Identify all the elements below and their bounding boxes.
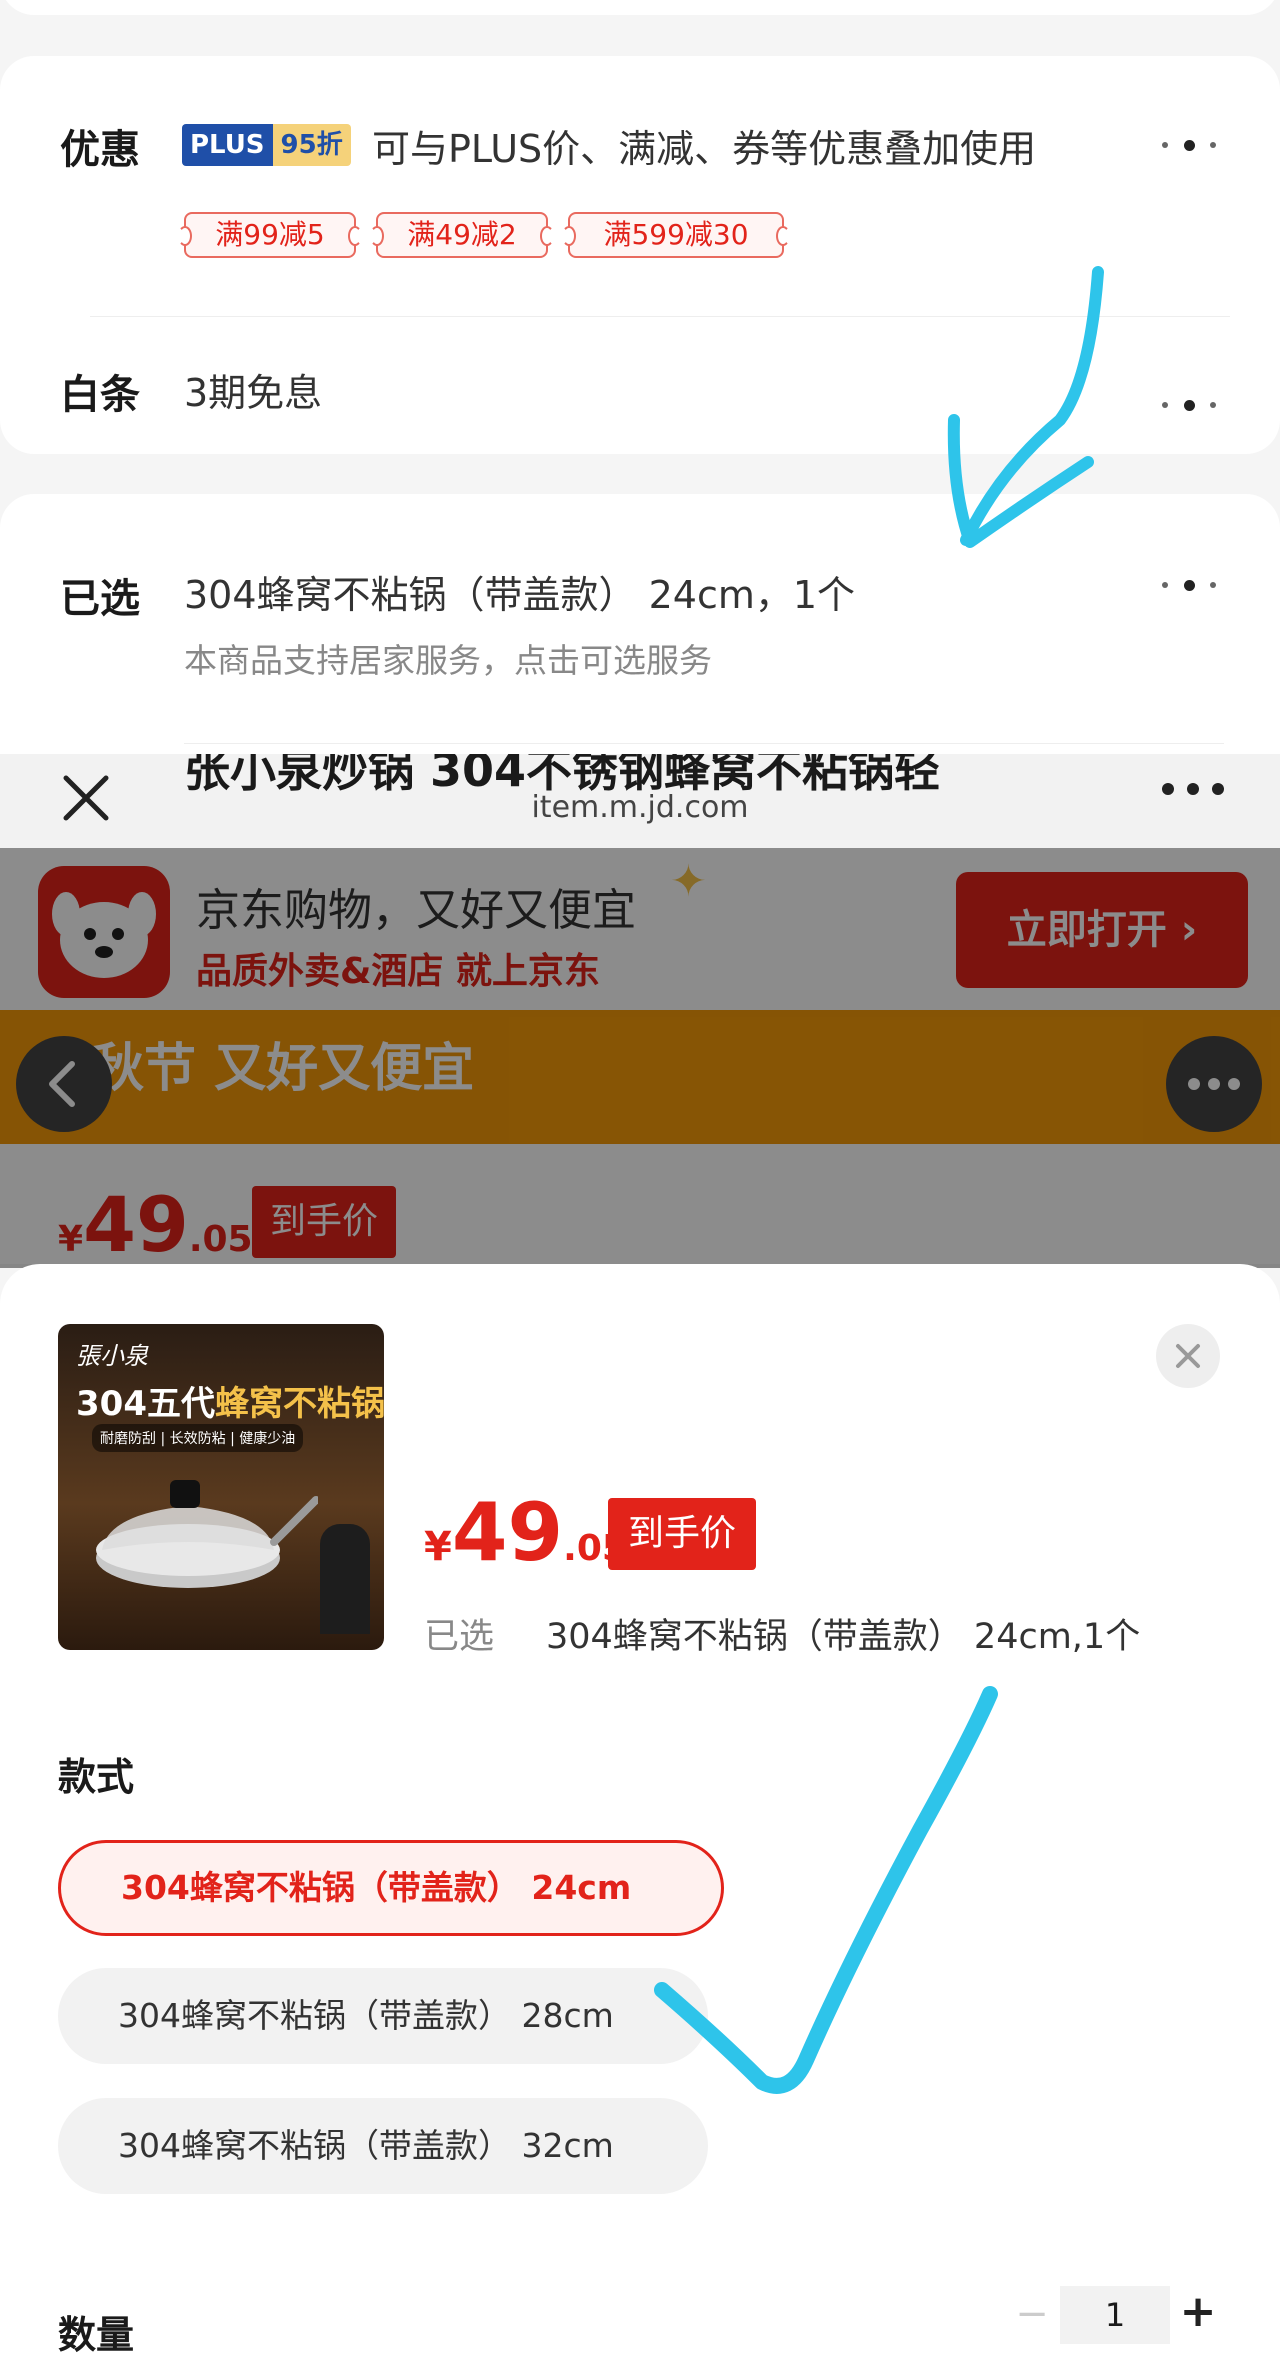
promo-more-icon[interactable] xyxy=(1160,133,1220,153)
selected-value[interactable]: 304蜂窝不粘锅（带盖款） 24cm，1个 xyxy=(184,564,855,619)
style-option-24cm[interactable]: 304蜂窝不粘锅（带盖款） 24cm xyxy=(58,1840,724,1936)
product-image-person xyxy=(320,1524,370,1634)
selected-more-icon[interactable] xyxy=(1160,573,1220,593)
baitiao-more-icon[interactable] xyxy=(1160,393,1220,413)
selected-service[interactable]: 本商品支持居家服务，点击可选服务 xyxy=(184,634,712,682)
baitiao-value[interactable]: 3期免息 xyxy=(184,362,322,417)
sheet-price-integer: 49 xyxy=(451,1486,564,1579)
coupon-2[interactable]: 满49减2 xyxy=(370,212,554,258)
style-heading: 款式 xyxy=(58,1755,135,1799)
baitiao-label: 白条 xyxy=(60,372,140,418)
sheet-selected-value: 304蜂窝不粘锅（带盖款） 24cm,1个 xyxy=(546,1617,1141,1657)
browser-url: item.m.jd.com xyxy=(531,790,749,825)
style-option-28cm[interactable]: 304蜂窝不粘锅（带盖款） 28cm xyxy=(58,1968,708,2064)
top-card-fragment xyxy=(0,0,1280,15)
product-image: 張小泉 304五代蜂窝不粘锅 耐磨防刮 | 长效防粘 | 健康少油 xyxy=(58,1324,384,1650)
promo-label: 优惠 xyxy=(60,127,140,173)
divider xyxy=(90,316,1230,317)
sheet-close-icon[interactable] xyxy=(1156,1324,1220,1388)
plus-badge: PLUS 95折 xyxy=(182,124,351,166)
dim-overlay[interactable] xyxy=(0,848,1280,1268)
quantity-minus-button[interactable]: − xyxy=(1010,2286,1054,2342)
coupon-1[interactable]: 满99减5 xyxy=(178,212,362,258)
quantity-value[interactable]: 1 xyxy=(1060,2286,1170,2344)
sheet-selected-label: 已选 xyxy=(424,1617,495,1657)
product-image-brand: 張小泉 xyxy=(76,1342,148,1370)
selected-label: 已选 xyxy=(60,576,140,622)
more-dots-icon[interactable] xyxy=(1158,774,1228,804)
quantity-plus-button[interactable]: + xyxy=(1176,2282,1220,2342)
product-image-sub: 耐磨防刮 | 长效防粘 | 健康少油 xyxy=(92,1424,304,1452)
style-option-32cm[interactable]: 304蜂窝不粘锅（带盖款） 32cm xyxy=(58,2098,708,2194)
sheet-price-tag: 到手价 xyxy=(608,1498,757,1570)
plus-badge-text: PLUS xyxy=(182,124,273,166)
sku-sheet: 張小泉 304五代蜂窝不粘锅 耐磨防刮 | 长效防粘 | 健康少油 ¥49.05… xyxy=(0,1264,1280,2368)
wok-illustration xyxy=(96,1480,318,1588)
browser-title-bar: 张小泉炒锅 304不锈钢蜂窝不粘锅轻 item.m.jd.com xyxy=(0,754,1280,848)
plus-discount-text: 95折 xyxy=(272,124,351,166)
coupon-3[interactable]: 满599减30 xyxy=(562,212,790,258)
quantity-label: 数量 xyxy=(58,2313,135,2357)
promo-desc[interactable]: 可与PLUS价、满减、券等优惠叠加使用 xyxy=(372,118,1036,173)
product-image-headline-a: 304五代 xyxy=(76,1384,215,1424)
product-image-headline-b: 蜂窝不粘锅 xyxy=(214,1384,384,1424)
divider xyxy=(184,743,1224,744)
sheet-price-currency: ¥ xyxy=(424,1524,452,1570)
sheet-price: ¥49.05 xyxy=(424,1486,627,1579)
product-image-headline: 304五代蜂窝不粘锅 xyxy=(76,1376,384,1425)
